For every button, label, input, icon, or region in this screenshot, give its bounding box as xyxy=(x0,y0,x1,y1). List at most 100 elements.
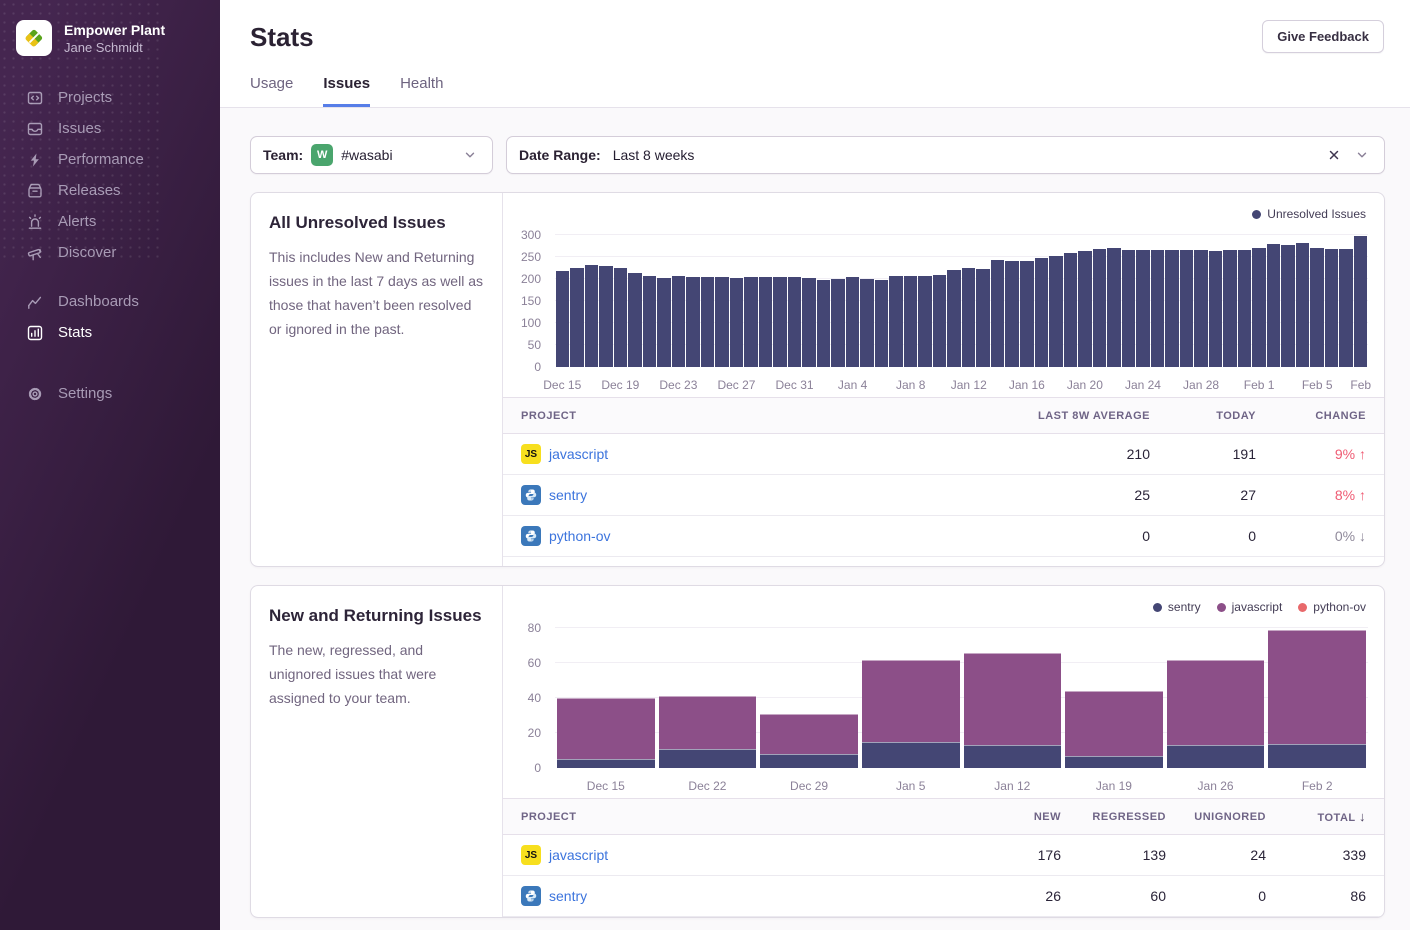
x-tick-label: Dec 31 xyxy=(776,378,814,392)
x-tick-label: Dec 15 xyxy=(543,378,581,392)
arrow-up-icon: ↑ xyxy=(1359,446,1366,462)
regressed-value: 139 xyxy=(1061,847,1166,863)
sidebar-item-stats[interactable]: Stats xyxy=(0,317,220,348)
x-tick-label: Dec 27 xyxy=(717,378,755,392)
bar xyxy=(701,277,715,367)
tab-issues[interactable]: Issues xyxy=(323,75,370,107)
sidebar-item-issues[interactable]: Issues xyxy=(0,113,220,144)
panel-chart-column: 020406080Dec 15Dec 22Dec 29Jan 5Jan 12Ja… xyxy=(503,586,1384,917)
bar xyxy=(1354,236,1368,367)
give-feedback-button[interactable]: Give Feedback xyxy=(1262,20,1384,53)
table-row: sentry 26 60 0 86 xyxy=(503,876,1384,917)
bar xyxy=(846,277,860,367)
legend-dot-icon xyxy=(1217,603,1226,612)
org-logo-icon xyxy=(16,20,52,56)
sidebar-item-performance[interactable]: Performance xyxy=(0,144,220,175)
org-switcher[interactable]: Empower Plant Jane Schmidt xyxy=(0,0,220,74)
bar xyxy=(1049,256,1063,367)
col-header-total-sort[interactable]: TOTAL ↓ xyxy=(1266,809,1366,824)
sidebar-item-dashboards[interactable]: Dashboards xyxy=(0,286,220,317)
app-root: Empower Plant Jane Schmidt Projects Issu… xyxy=(0,0,1410,930)
tab-bar: Usage Issues Health xyxy=(250,75,1384,107)
stacked-bar xyxy=(964,624,1062,768)
date-range-label: Date Range: xyxy=(519,147,601,163)
bar xyxy=(1339,249,1353,367)
bar xyxy=(1165,250,1179,367)
sidebar-item-discover[interactable]: Discover xyxy=(0,237,220,268)
org-user: Jane Schmidt xyxy=(64,39,165,56)
sidebar-item-label: Alerts xyxy=(58,212,96,231)
bar xyxy=(1238,250,1252,367)
project-link[interactable]: javascript xyxy=(549,847,608,863)
project-link[interactable]: sentry xyxy=(549,487,587,503)
today-value: 27 xyxy=(1150,487,1256,503)
regressed-value: 60 xyxy=(1061,888,1166,904)
bar xyxy=(628,273,642,367)
legend-label: Unresolved Issues xyxy=(1267,207,1366,221)
x-tick-label: Feb 1 xyxy=(1244,378,1275,392)
bar xyxy=(1093,249,1107,367)
bar xyxy=(585,265,599,367)
sidebar-item-label: Releases xyxy=(58,181,121,200)
issues-icon xyxy=(26,120,44,138)
panel-all-unresolved-issues: All Unresolved Issues This includes New … xyxy=(250,192,1385,567)
bar xyxy=(1035,258,1049,367)
bar xyxy=(1252,248,1266,367)
stacked-bar xyxy=(557,624,655,768)
tab-usage[interactable]: Usage xyxy=(250,75,293,107)
bar xyxy=(599,266,613,367)
x-tick-label: Feb 5 xyxy=(1302,378,1333,392)
chart-legend: Unresolved Issues xyxy=(1252,207,1366,221)
bar-slot xyxy=(1266,624,1368,768)
team-select[interactable]: Team: W #wasabi xyxy=(250,136,493,174)
sidebar-item-alerts[interactable]: Alerts xyxy=(0,206,220,237)
sidebar-item-projects[interactable]: Projects xyxy=(0,82,220,113)
org-name: Empower Plant xyxy=(64,21,165,39)
nav-divider xyxy=(0,268,220,286)
bar-segment-javascript xyxy=(964,653,1062,746)
bar xyxy=(860,279,874,367)
bar xyxy=(1064,253,1078,367)
legend-item[interactable]: sentry xyxy=(1153,600,1201,614)
sidebar-item-label: Dashboards xyxy=(58,292,139,311)
unresolved-issues-chart: 050100150200250300Dec 15Dec 19Dec 23Dec … xyxy=(511,199,1376,397)
project-link[interactable]: sentry xyxy=(549,888,587,904)
bar xyxy=(904,276,918,367)
bar xyxy=(875,280,889,367)
org-text: Empower Plant Jane Schmidt xyxy=(64,21,165,56)
project-link[interactable]: javascript xyxy=(549,446,608,462)
sidebar-item-releases[interactable]: Releases xyxy=(0,175,220,206)
clear-icon[interactable] xyxy=(1324,145,1344,165)
bar xyxy=(1223,250,1237,367)
chevron-down-icon xyxy=(1352,145,1372,165)
y-axis: 020406080 xyxy=(511,624,547,768)
sidebar-nav-primary: Projects Issues Performance Releases xyxy=(0,74,220,409)
panel-chart-column: 050100150200250300Dec 15Dec 19Dec 23Dec … xyxy=(503,193,1384,566)
chart-plot-area xyxy=(555,624,1368,768)
legend-item[interactable]: Unresolved Issues xyxy=(1252,207,1366,221)
legend-item[interactable]: python-ov xyxy=(1298,600,1366,614)
change-value: 9% ↑ xyxy=(1256,446,1366,462)
bar-segment-javascript xyxy=(1065,691,1163,756)
legend-dot-icon xyxy=(1252,210,1261,219)
panel-title: New and Returning Issues xyxy=(269,606,484,626)
x-tick-label: Dec 23 xyxy=(659,378,697,392)
bar xyxy=(1194,250,1208,367)
bar xyxy=(1209,251,1223,367)
x-tick-label: Jan 24 xyxy=(1125,378,1161,392)
sidebar-item-settings[interactable]: Settings xyxy=(0,378,220,409)
date-range-select[interactable]: Date Range: Last 8 weeks xyxy=(506,136,1385,174)
bar xyxy=(1122,250,1136,367)
bar xyxy=(1180,250,1194,367)
x-axis: Dec 15Dec 19Dec 23Dec 27Dec 31Jan 4Jan 8… xyxy=(555,371,1368,397)
bar-slot xyxy=(758,624,860,768)
legend-label: javascript xyxy=(1232,600,1283,614)
x-tick-label: Dec 22 xyxy=(688,779,726,793)
project-link[interactable]: python-ov xyxy=(549,528,610,544)
table-row: sentry 25 27 8% ↑ xyxy=(503,475,1384,516)
bar xyxy=(1136,250,1150,367)
legend-item[interactable]: javascript xyxy=(1217,600,1283,614)
page-header: Stats Give Feedback Usage Issues Health xyxy=(220,0,1410,108)
releases-icon xyxy=(26,182,44,200)
tab-health[interactable]: Health xyxy=(400,75,443,107)
